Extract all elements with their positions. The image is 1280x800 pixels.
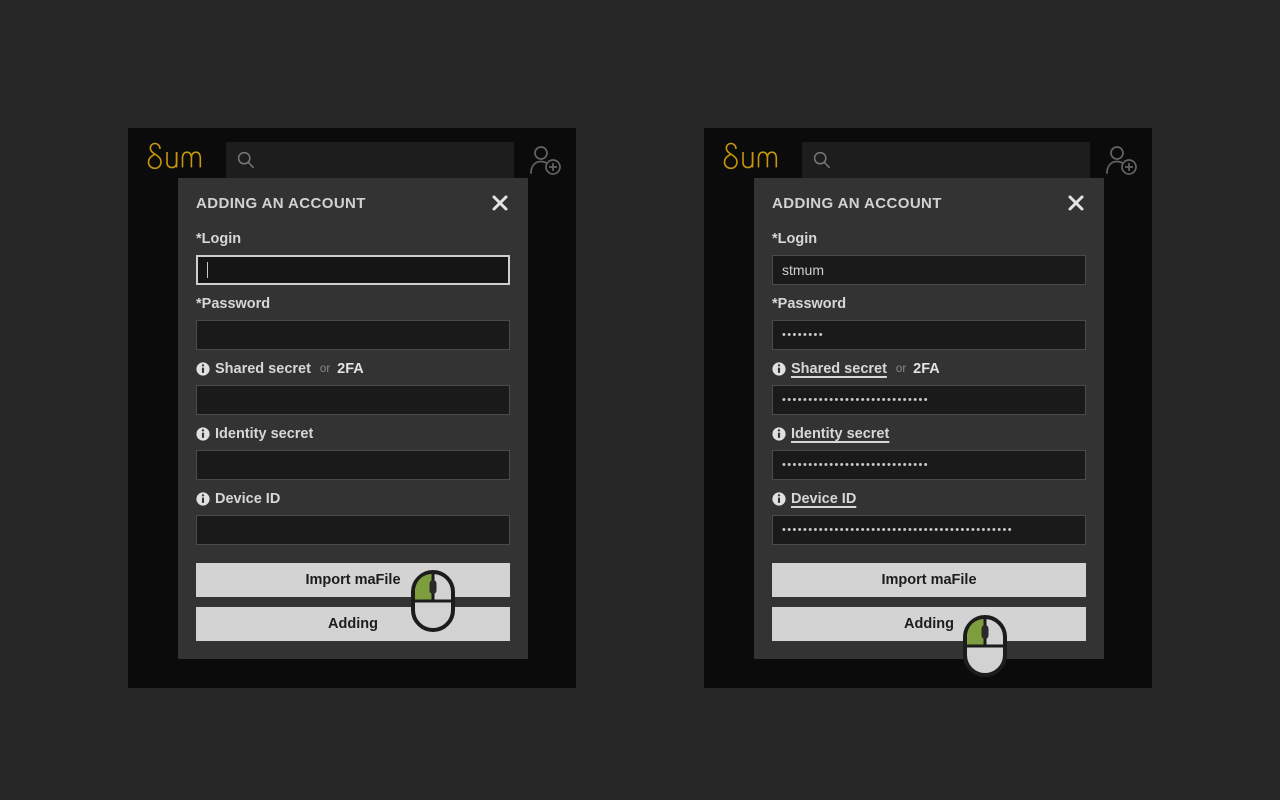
field-group-device-id: Device ID — [196, 490, 510, 545]
label-2fa: 2FA — [913, 361, 940, 377]
label-shared-secret: Shared secret or 2FA — [196, 360, 510, 378]
label-device-id: Device ID — [772, 490, 1086, 508]
search-icon — [813, 151, 831, 169]
identity-secret-input[interactable]: •••••••••••••••••••••••••••• — [772, 450, 1086, 480]
label-or: or — [319, 363, 331, 375]
label-identity-secret: Identity secret — [772, 425, 1086, 443]
label-identity-secret-text: Identity secret — [215, 426, 314, 442]
search-input[interactable] — [832, 142, 1080, 178]
dialog-actions: Import maFile Adding — [772, 563, 1086, 641]
label-device-id-text: Device ID — [791, 491, 857, 507]
label-password-text: *Password — [196, 296, 271, 312]
shared-secret-input[interactable]: •••••••••••••••••••••••••••• — [772, 385, 1086, 415]
login-input-wrap — [196, 255, 510, 285]
field-group-identity-secret: Identity secret — [196, 425, 510, 480]
label-login: *Login — [772, 230, 1086, 248]
field-group-login: *Login — [772, 230, 1086, 285]
dialog-actions: Import maFile Adding — [196, 563, 510, 641]
field-group-login: *Login — [196, 230, 510, 285]
dialog-title: ADDING AN ACCOUNT — [196, 194, 366, 212]
label-identity-secret-text: Identity secret — [791, 426, 890, 442]
adding-button[interactable]: Adding — [196, 607, 510, 641]
add-user-icon[interactable] — [1104, 143, 1138, 177]
identity-secret-input[interactable] — [196, 450, 510, 480]
label-login-text: *Login — [196, 231, 242, 247]
dialog-header: ADDING AN ACCOUNT — [196, 192, 510, 214]
label-2fa: 2FA — [337, 361, 364, 377]
info-icon[interactable] — [196, 427, 210, 441]
label-password: *Password — [196, 295, 510, 313]
adding-button[interactable]: Adding — [772, 607, 1086, 641]
shared-secret-input[interactable] — [196, 385, 510, 415]
label-device-id: Device ID — [196, 490, 510, 508]
field-group-shared-secret: Shared secret or 2FA — [196, 360, 510, 415]
info-icon[interactable] — [772, 362, 786, 376]
close-icon — [492, 195, 508, 211]
add-user-icon[interactable] — [528, 143, 562, 177]
info-icon[interactable] — [196, 492, 210, 506]
field-group-password: *Password — [196, 295, 510, 350]
dialog-header: ADDING AN ACCOUNT — [772, 192, 1086, 214]
field-group-password: *Password •••••••• — [772, 295, 1086, 350]
label-login-text: *Login — [772, 231, 818, 247]
login-input[interactable] — [772, 255, 1086, 285]
login-input[interactable] — [196, 255, 510, 285]
info-icon[interactable] — [772, 492, 786, 506]
search-box-left[interactable] — [226, 142, 514, 178]
import-mafile-button[interactable]: Import maFile — [196, 563, 510, 597]
label-shared-secret: Shared secret or 2FA — [772, 360, 1086, 378]
field-group-shared-secret: Shared secret or 2FA •••••••••••••••••••… — [772, 360, 1086, 415]
search-input[interactable] — [256, 142, 504, 178]
label-device-id-text: Device ID — [215, 491, 281, 507]
app-logo-left — [147, 142, 202, 170]
screenshot-stage: ADDING AN ACCOUNT *Login *Password Share… — [0, 0, 1280, 800]
info-icon[interactable] — [196, 362, 210, 376]
label-password: *Password — [772, 295, 1086, 313]
label-shared-secret-text: Shared secret — [791, 361, 887, 377]
import-mafile-button[interactable]: Import maFile — [772, 563, 1086, 597]
label-identity-secret: Identity secret — [196, 425, 510, 443]
text-caret — [207, 262, 208, 278]
password-input[interactable] — [196, 320, 510, 350]
device-id-input[interactable]: ••••••••••••••••••••••••••••••••••••••••… — [772, 515, 1086, 545]
label-or: or — [895, 363, 907, 375]
label-password-text: *Password — [772, 296, 847, 312]
password-input[interactable]: •••••••• — [772, 320, 1086, 350]
device-id-input[interactable] — [196, 515, 510, 545]
field-group-identity-secret: Identity secret ••••••••••••••••••••••••… — [772, 425, 1086, 480]
search-icon — [237, 151, 255, 169]
dialog-title: ADDING AN ACCOUNT — [772, 194, 942, 212]
info-icon[interactable] — [772, 427, 786, 441]
close-dialog-button[interactable] — [1066, 193, 1086, 213]
app-logo-right — [723, 142, 778, 170]
label-shared-secret-text: Shared secret — [215, 361, 311, 377]
search-box-right[interactable] — [802, 142, 1090, 178]
field-group-device-id: Device ID ••••••••••••••••••••••••••••••… — [772, 490, 1086, 545]
close-icon — [1068, 195, 1084, 211]
app-window-right: ADDING AN ACCOUNT *Login *Password — [704, 128, 1152, 688]
close-dialog-button[interactable] — [490, 193, 510, 213]
add-account-dialog-left: ADDING AN ACCOUNT *Login *Password Share… — [178, 178, 528, 659]
label-login: *Login — [196, 230, 510, 248]
app-window-left: ADDING AN ACCOUNT *Login *Password Share… — [128, 128, 576, 688]
add-account-dialog-right: ADDING AN ACCOUNT *Login *Password — [754, 178, 1104, 659]
